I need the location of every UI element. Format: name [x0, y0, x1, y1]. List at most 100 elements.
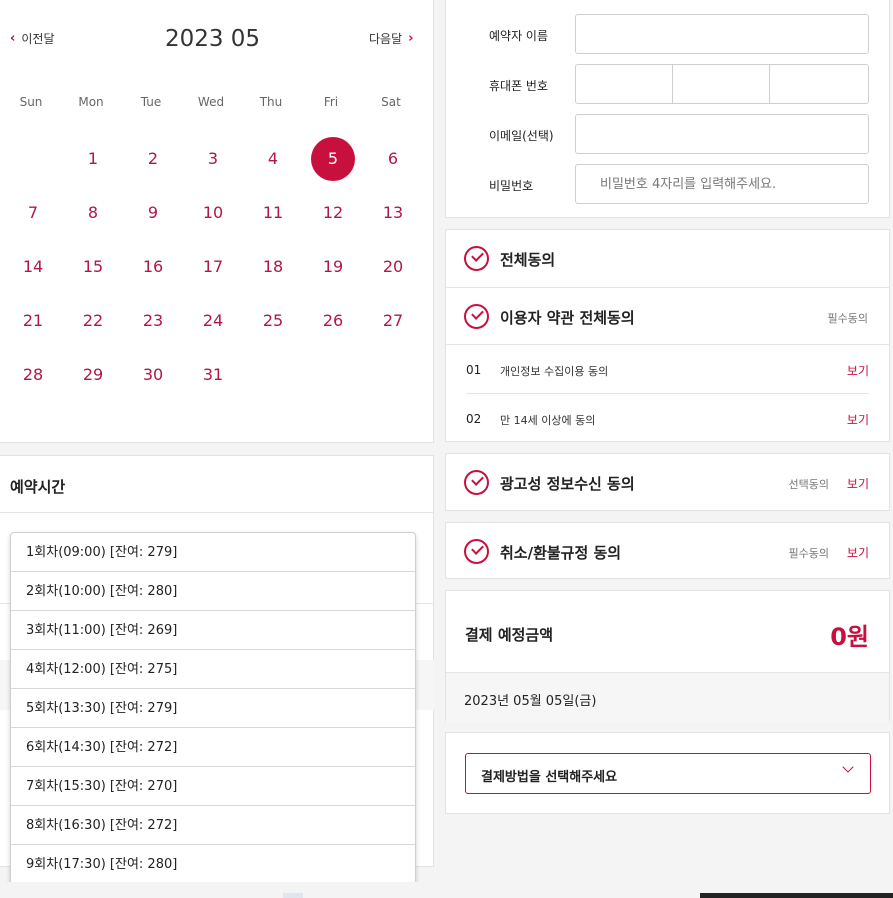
- name-label: 예약자 이름: [489, 29, 549, 43]
- weekday-label: Wed: [197, 95, 225, 109]
- next-month-label: 다음달: [369, 32, 403, 46]
- name-input[interactable]: [575, 14, 869, 54]
- time-slot-option[interactable]: 6회차(14:30) [잔여: 272]: [11, 728, 415, 767]
- weekday-label: Fri: [323, 95, 339, 109]
- calendar-day[interactable]: 24: [191, 299, 235, 343]
- page-edge-mark: [700, 893, 893, 898]
- calendar-day[interactable]: 23: [131, 299, 175, 343]
- payment-method-panel: 결제방법을 선택해주세요: [445, 732, 890, 814]
- phone-label: 휴대폰 번호: [489, 79, 549, 93]
- payment-amount: 0원: [830, 623, 869, 651]
- calendar-day[interactable]: 13: [371, 191, 415, 235]
- time-slot-option[interactable]: 9회차(17:30) [잔여: 280]: [11, 845, 415, 884]
- time-slot-option[interactable]: 2회차(10:00) [잔여: 280]: [11, 572, 415, 611]
- calendar-day[interactable]: 28: [11, 353, 55, 397]
- payment-date-row: 2023년 05월 05일(금): [446, 672, 889, 722]
- weekday-label: Thu: [259, 95, 283, 109]
- weekday-label: Tue: [140, 95, 162, 109]
- calendar-title: 2023 05: [164, 26, 261, 52]
- calendar-day[interactable]: 6: [371, 137, 415, 181]
- check-circle-icon[interactable]: [464, 304, 489, 329]
- phone-input-3[interactable]: [769, 64, 869, 104]
- calendar-day[interactable]: 18: [251, 245, 295, 289]
- time-slot-option[interactable]: 4회차(12:00) [잔여: 275]: [11, 650, 415, 689]
- chevron-right-icon: ›: [408, 31, 414, 46]
- calendar-day[interactable]: 14: [11, 245, 55, 289]
- calendar-day[interactable]: 26: [311, 299, 355, 343]
- view-link[interactable]: 보기: [847, 475, 869, 492]
- calendar-day[interactable]: 21: [11, 299, 55, 343]
- calendar-day[interactable]: 8: [71, 191, 115, 235]
- cancel-agree-label: 취소/환불규정 동의: [500, 544, 622, 562]
- calendar-day[interactable]: 30: [131, 353, 175, 397]
- weekday-label: Sun: [19, 95, 43, 109]
- reservation-form: 예약자 이름 휴대폰 번호 이메일(선택) 비밀번호: [445, 0, 890, 218]
- calendar-day[interactable]: 19: [311, 245, 355, 289]
- check-circle-icon[interactable]: [464, 246, 489, 271]
- calendar-day[interactable]: 9: [131, 191, 175, 235]
- password-label: 비밀번호: [489, 179, 534, 193]
- check-circle-icon[interactable]: [464, 539, 489, 564]
- payment-summary-panel: 결제 예정금액 0원 2023년 05월 05일(금): [445, 590, 890, 722]
- calendar-day[interactable]: 7: [11, 191, 55, 235]
- time-slot-option[interactable]: 5회차(13:30) [잔여: 279]: [11, 689, 415, 728]
- payment-date: 2023년 05월 05일(금): [464, 694, 597, 709]
- ad-agree-label: 광고성 정보수신 동의: [500, 475, 635, 493]
- terms-item-number: 01: [466, 363, 482, 377]
- divider: [466, 393, 869, 394]
- calendar-day[interactable]: 31: [191, 353, 235, 397]
- check-circle-icon[interactable]: [464, 470, 489, 495]
- terms-panel: 전체동의 이용자 약관 전체동의 필수동의 01 개인정보 수집이용 동의 보기…: [445, 229, 890, 442]
- email-label: 이메일(선택): [489, 129, 554, 143]
- terms-item-number: 02: [466, 412, 482, 426]
- email-input[interactable]: [575, 114, 869, 154]
- agree-all-label: 전체동의: [500, 251, 556, 269]
- payment-label: 결제 예정금액: [465, 626, 554, 644]
- calendar-day[interactable]: 15: [71, 245, 115, 289]
- divider: [446, 344, 889, 345]
- calendar-day[interactable]: 25: [251, 299, 295, 343]
- terms-item-text: 개인정보 수집이용 동의: [500, 365, 609, 378]
- calendar-day[interactable]: 4: [251, 137, 295, 181]
- required-tag: 필수동의: [827, 312, 868, 325]
- weekday-label: Mon: [78, 95, 104, 109]
- time-slot-option[interactable]: 1회차(09:00) [잔여: 279]: [11, 533, 415, 572]
- time-slot-option[interactable]: 8회차(16:30) [잔여: 272]: [11, 806, 415, 845]
- calendar-day[interactable]: 1: [71, 137, 115, 181]
- time-slot-dropdown[interactable]: 1회차(09:00) [잔여: 279] 2회차(10:00) [잔여: 280…: [10, 532, 416, 885]
- calendar-day[interactable]: 27: [371, 299, 415, 343]
- next-month-button[interactable]: 다음달 ›: [369, 30, 413, 47]
- calendar-day[interactable]: 10: [191, 191, 235, 235]
- time-slot-option[interactable]: 7회차(15:30) [잔여: 270]: [11, 767, 415, 806]
- terms-agree-label: 이용자 약관 전체동의: [500, 309, 635, 327]
- payment-method-placeholder: 결제방법을 선택해주세요: [481, 770, 618, 785]
- calendar-day[interactable]: 20: [371, 245, 415, 289]
- optional-tag: 선택동의: [788, 478, 829, 491]
- weekday-label: Sat: [381, 95, 401, 109]
- time-slot-option[interactable]: 3회차(11:00) [잔여: 269]: [11, 611, 415, 650]
- terms-item-text: 만 14세 이상에 동의: [500, 414, 596, 427]
- calendar-day[interactable]: 2: [131, 137, 175, 181]
- payment-method-select[interactable]: 결제방법을 선택해주세요: [465, 753, 871, 794]
- cancel-agree-panel: 취소/환불규정 동의 필수동의 보기: [445, 522, 890, 579]
- calendar-panel: ‹ 이전달 2023 05 다음달 › Sun Mon Tue Wed Thu Fri Sa…: [0, 0, 434, 443]
- required-tag: 필수동의: [788, 547, 829, 560]
- calendar-day[interactable]: 17: [191, 245, 235, 289]
- calendar-day[interactable]: 3: [191, 137, 235, 181]
- phone-input-1[interactable]: [575, 64, 673, 104]
- divider: [0, 512, 433, 513]
- calendar-day-selected[interactable]: 5: [311, 137, 355, 181]
- calendar-day[interactable]: 11: [251, 191, 295, 235]
- view-link[interactable]: 보기: [847, 411, 869, 428]
- ad-agree-panel: 광고성 정보수신 동의 선택동의 보기: [445, 453, 890, 511]
- divider: [446, 287, 889, 288]
- chevron-down-icon: [842, 761, 854, 773]
- password-input[interactable]: [575, 164, 869, 204]
- calendar-day[interactable]: 16: [131, 245, 175, 289]
- view-link[interactable]: 보기: [847, 544, 869, 561]
- calendar-day[interactable]: 29: [71, 353, 115, 397]
- calendar-day[interactable]: 22: [71, 299, 115, 343]
- calendar-day[interactable]: 12: [311, 191, 355, 235]
- view-link[interactable]: 보기: [847, 362, 869, 379]
- phone-input-2[interactable]: [672, 64, 770, 104]
